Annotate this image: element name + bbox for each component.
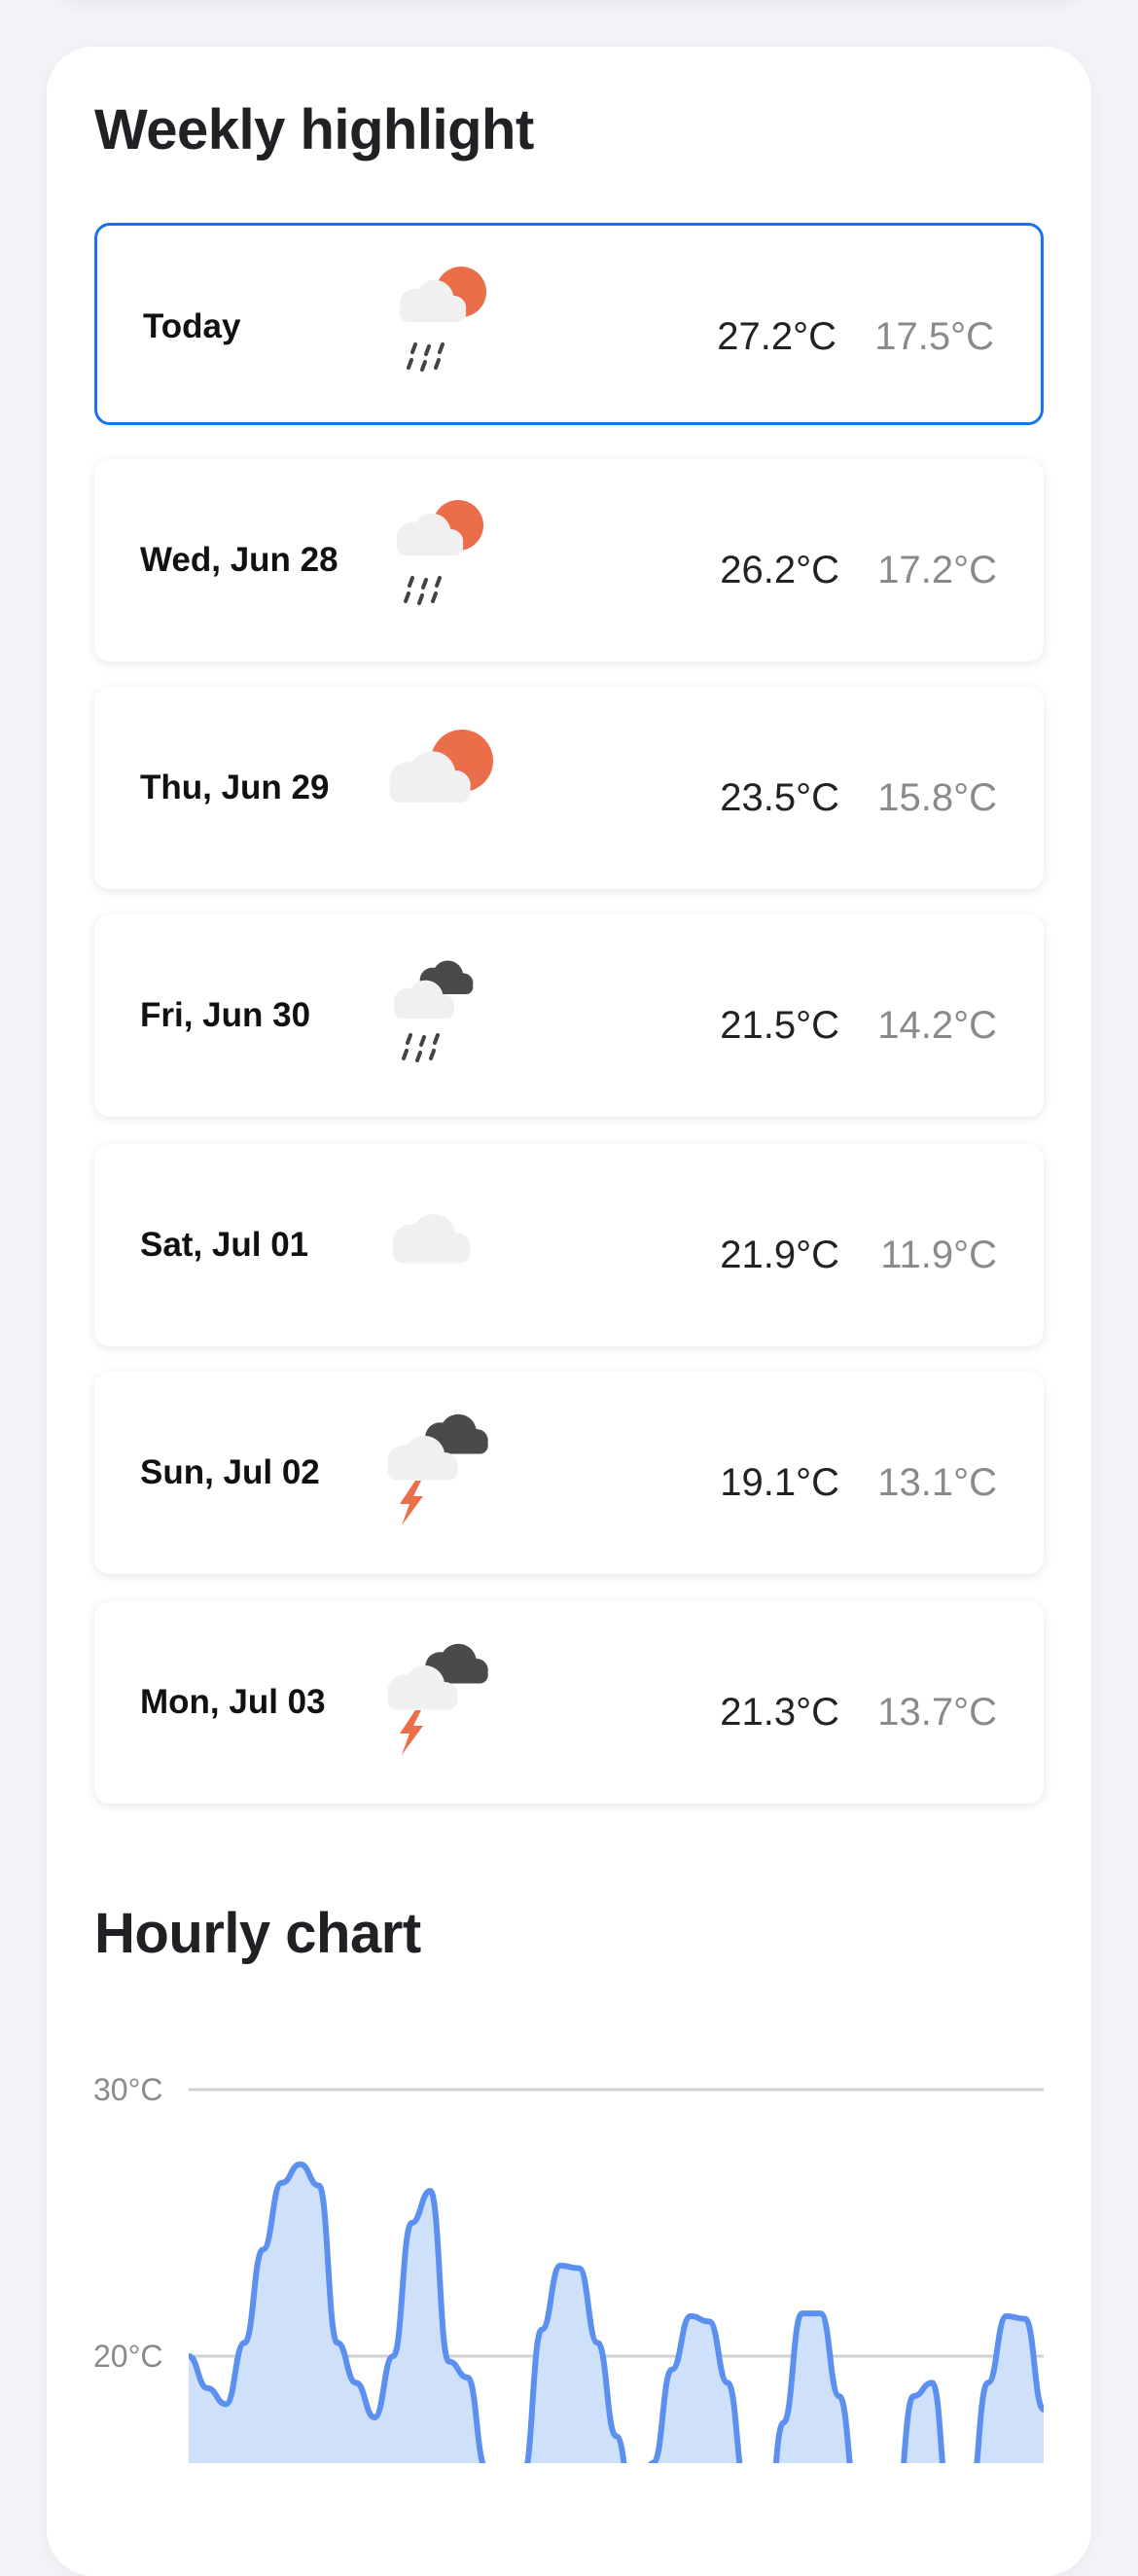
- day-label: Sat, Jul 01: [140, 1226, 309, 1264]
- y-tick-label: 30°C: [93, 2072, 163, 2107]
- cloud-icon: [376, 1183, 503, 1300]
- high-temp: 26.2°C: [720, 549, 839, 591]
- day-label: Thu, Jun 29: [140, 769, 330, 806]
- low-temp: 13.7°C: [877, 1691, 997, 1734]
- high-temp: 21.5°C: [720, 1004, 839, 1047]
- day-row[interactable]: Thu, Jun 29 23.5°C 15.8°C: [94, 687, 1044, 889]
- day-label: Wed, Jun 28: [140, 541, 338, 579]
- dark-cloud-rain-icon: [376, 953, 503, 1070]
- day-label: Today: [143, 307, 241, 345]
- hourly-title: Hourly chart: [94, 1902, 421, 1965]
- high-temp: 21.9°C: [720, 1234, 839, 1276]
- day-label: Mon, Jul 03: [140, 1683, 326, 1721]
- low-temp: 15.8°C: [877, 776, 997, 819]
- low-temp: 14.2°C: [877, 1004, 997, 1047]
- high-temp: 27.2°C: [717, 315, 836, 358]
- low-temp: 17.5°C: [874, 315, 994, 358]
- high-temp: 23.5°C: [720, 776, 839, 819]
- day-row[interactable]: Today 27.2°C 17.5°C: [94, 223, 1044, 425]
- weekly-title: Weekly highlight: [94, 98, 534, 161]
- thunderstorm-icon: [376, 1640, 503, 1757]
- high-temp: 21.3°C: [720, 1691, 839, 1734]
- high-temp: 19.1°C: [720, 1461, 839, 1504]
- sun-cloud-icon: [376, 726, 503, 842]
- hourly-chart-svg: 30°C 20°C: [93, 2072, 1047, 2573]
- low-temp: 13.1°C: [877, 1461, 997, 1504]
- day-label: Sun, Jul 02: [140, 1453, 320, 1491]
- day-row[interactable]: Mon, Jul 03 21.3°C 13.7°C: [94, 1601, 1044, 1804]
- sun-cloud-rain-icon: [376, 498, 503, 615]
- thunderstorm-icon: [376, 1411, 503, 1527]
- y-tick-label: 20°C: [93, 2339, 163, 2374]
- hourly-area: [189, 2164, 1044, 2570]
- day-label: Fri, Jun 30: [140, 996, 311, 1034]
- sun-cloud-rain-icon: [379, 265, 506, 381]
- hourly-chart: 30°C 20°C: [0, 2004, 1138, 2573]
- day-row[interactable]: Sat, Jul 01 21.9°C 11.9°C: [94, 1144, 1044, 1346]
- low-temp: 11.9°C: [880, 1234, 997, 1276]
- day-row[interactable]: Sun, Jul 02 19.1°C 13.1°C: [94, 1372, 1044, 1574]
- day-row[interactable]: Fri, Jun 30 21.5°C 14.2°C: [94, 914, 1044, 1117]
- low-temp: 17.2°C: [877, 549, 997, 591]
- day-row[interactable]: Wed, Jun 28 26.2°C 17.2°C: [94, 459, 1044, 662]
